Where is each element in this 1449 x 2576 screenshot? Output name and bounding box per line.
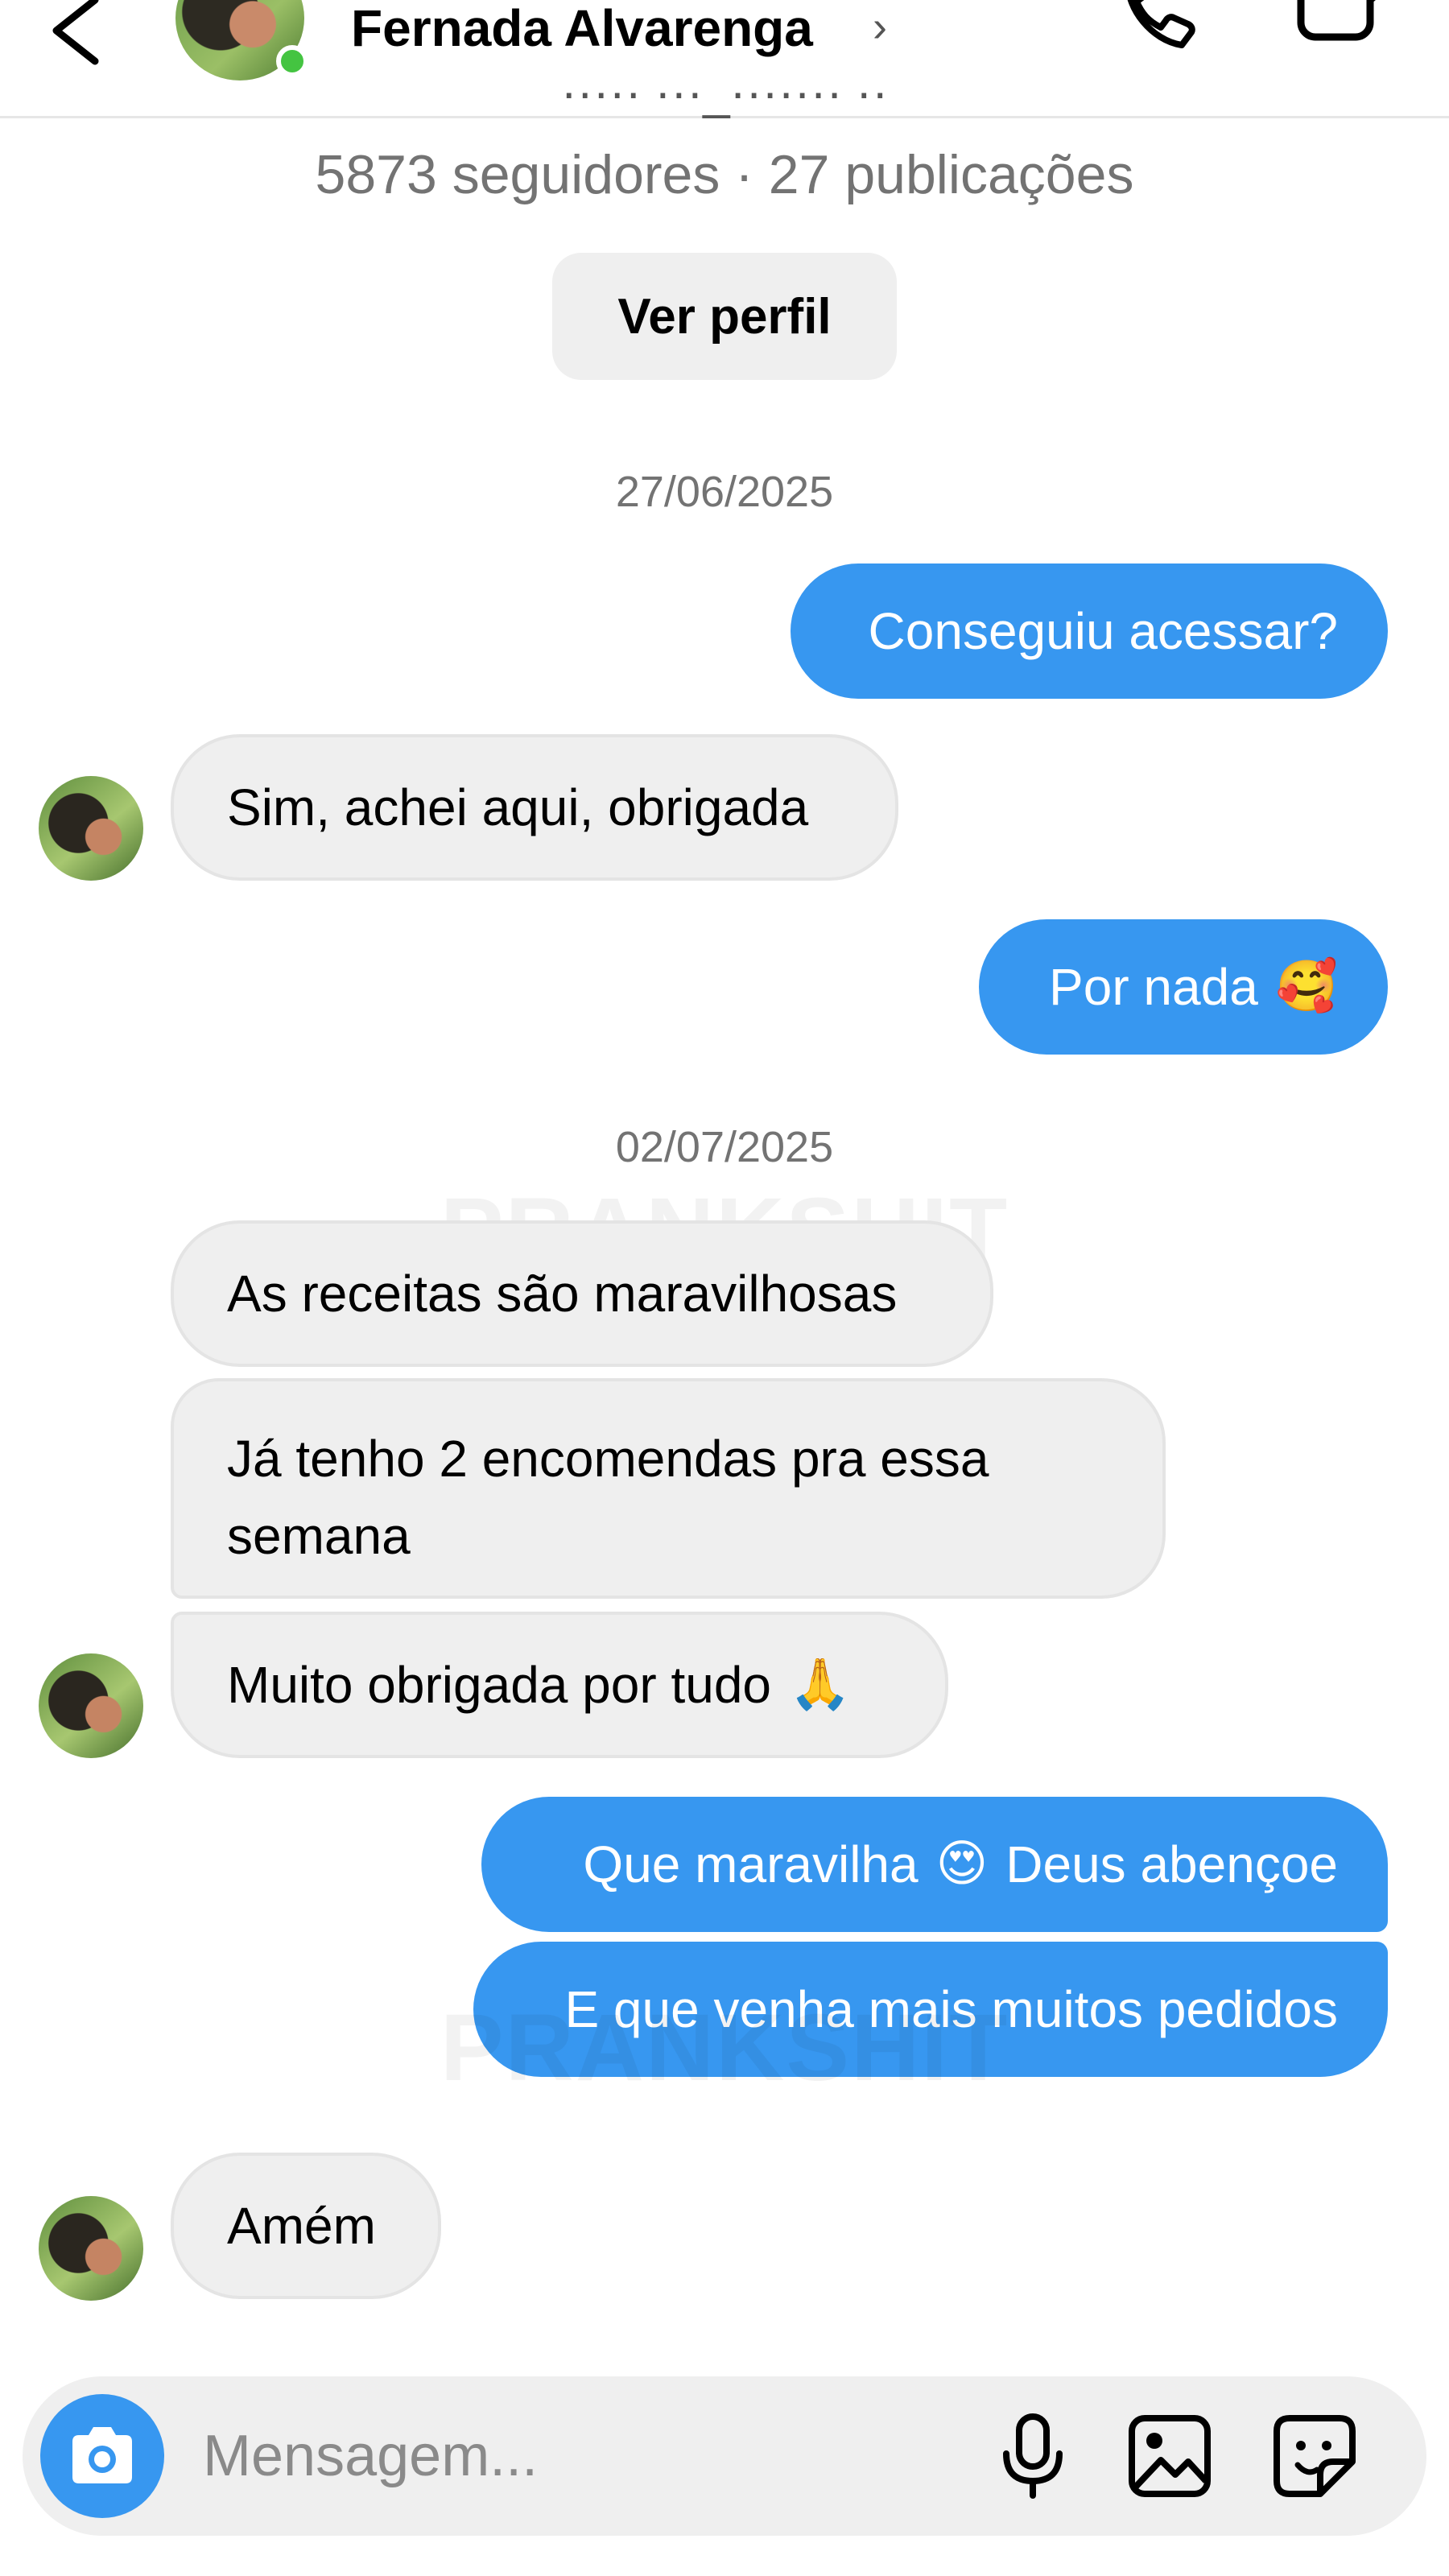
profile-stats: 5873 seguidores · 27 publicações [315,144,1134,205]
camera-icon [72,2427,132,2483]
contact-avatar-small[interactable] [39,1653,143,1758]
message-input[interactable] [201,2407,929,2505]
camera-button[interactable] [40,2394,164,2518]
voice-message-button[interactable] [989,2412,1077,2500]
incoming-message[interactable]: Amém [171,2153,441,2299]
view-profile-button[interactable]: Ver perfil [552,253,897,380]
back-button[interactable] [40,0,113,72]
incoming-message[interactable]: Muito obrigada por tudo 🙏 [171,1612,948,1758]
outgoing-message[interactable]: Por nada 🥰 [979,919,1388,1055]
message-text: Por nada [1049,958,1258,1016]
incoming-message[interactable]: Já tenho 2 encomendas pra essa semana [171,1378,1166,1599]
outgoing-message[interactable]: Que maravilha 😍 Deus abençoe [481,1797,1388,1932]
message-text: Muito obrigada por tudo [227,1656,771,1714]
message-text: As receitas são maravilhosas [227,1265,898,1323]
gallery-button[interactable] [1125,2412,1214,2500]
message-text: Conseguiu acessar? [868,602,1338,660]
outgoing-message[interactable]: Conseguiu acessar? [791,564,1388,699]
voice-call-button[interactable] [1111,0,1208,64]
chevron-right-icon: › [873,2,887,51]
back-arrow-icon [52,0,99,65]
online-status-dot [276,45,308,77]
date-separator: 27/06/2025 [615,468,834,516]
contact-avatar-small[interactable] [39,2196,143,2301]
incoming-message[interactable]: As receitas são maravilhosas [171,1220,993,1367]
date-separator: 02/07/2025 [615,1123,834,1171]
message-text: Sim, achei aqui, obrigada [227,778,809,836]
watermark: PRANKSHIT [440,1995,1009,2101]
sticker-icon [1274,2415,1356,2497]
incoming-message[interactable]: Sim, achei aqui, obrigada [171,734,898,881]
video-camera-icon [1297,0,1376,41]
contact-avatar-small[interactable] [39,776,143,881]
microphone-icon [1003,2413,1063,2499]
sticker-button[interactable] [1270,2412,1359,2500]
message-text: Amém [227,2197,376,2255]
video-call-button[interactable] [1291,0,1396,64]
phone-icon [1127,0,1195,48]
message-text: Já tenho 2 encomendas pra essa semana [227,1430,989,1565]
smiling-face-hearts-emoji: 🥰 [1275,959,1338,1014]
profile-username-cut: ····· ···_······· ·· [560,89,889,119]
praying-hands-emoji: 🙏 [789,1657,852,1712]
contact-name[interactable]: Fernada Alvarenga [351,0,813,58]
gallery-icon [1129,2415,1211,2497]
heart-eyes-emoji: 😍 [935,1836,989,1892]
message-text: Que maravilha [583,1835,919,1893]
message-text: Deus abençoe [1005,1835,1338,1893]
